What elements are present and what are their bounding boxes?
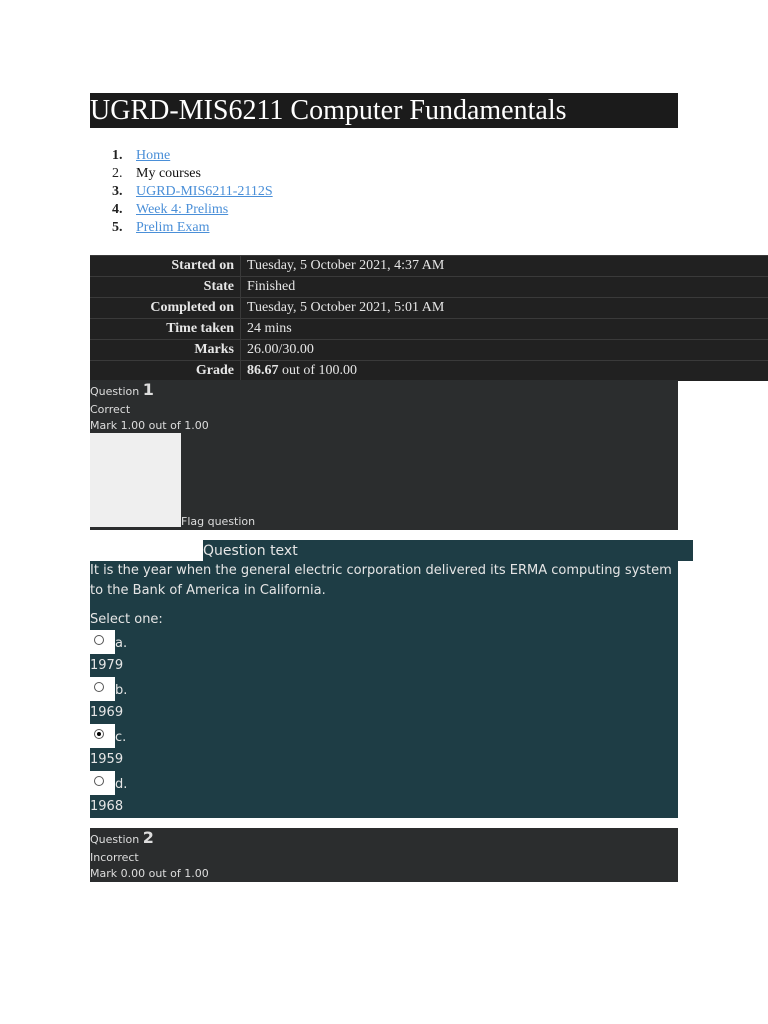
question-2-info: Question 2 Incorrect Mark 0.00 out of 1.… [90,828,678,882]
breadcrumb-item-course: 3. UGRD-MIS6211-2112S [112,183,273,201]
question-number: 2 [142,828,154,847]
question-text-heading: Question text [203,540,693,561]
radio-b[interactable] [90,677,115,701]
option-d[interactable]: d. [90,771,676,795]
question-number: 1 [142,380,154,399]
breadcrumb-link-course[interactable]: UGRD-MIS6211-2112S [136,183,273,201]
grade-value: 86.67 [247,363,279,378]
attempt-summary-table: Started on Tuesday, 5 October 2021, 4:37 … [90,255,768,381]
radio-a[interactable] [90,630,115,654]
table-row: Grade 86.67 out of 100.00 [90,360,768,381]
breadcrumb: 1. Home 2. My courses 3. UGRD-MIS6211-2112S… [112,147,273,237]
option-a[interactable]: a. [90,630,676,654]
breadcrumb-link-week[interactable]: Week 4: Prelims [136,201,228,219]
breadcrumb-item-home: 1. Home [112,147,171,165]
table-row: Completed on Tuesday, 5 October 2021, 5:0… [90,297,768,319]
flag-icon[interactable] [90,433,181,527]
select-one-label: Select one: [90,612,163,627]
table-row: State Finished [90,276,768,298]
breadcrumb-item-week: 4. Week 4: Prelims [112,201,229,219]
flag-question-link[interactable]: Flag question [181,515,255,528]
radio-d[interactable] [90,771,115,795]
table-row: Started on Tuesday, 5 October 2021, 4:37 … [90,255,768,277]
question-status: Correct [90,403,131,416]
breadcrumb-link-home[interactable]: Home [136,147,170,165]
breadcrumb-item-exam: 5. Prelim Exam [112,219,210,237]
table-row: Time taken 24 mins [90,318,768,340]
question-status: Incorrect [90,851,139,864]
breadcrumb-link-exam[interactable]: Prelim Exam [136,219,210,237]
question-text: It is the year when the general electric… [90,563,672,598]
question-1-info: Question 1 Correct Mark 1.00 out of 1.00… [90,380,678,530]
page-title: UGRD-MIS6211 Computer Fundamentals [90,93,678,128]
question-1-content: Question text It is the year when the ge… [90,540,693,818]
question-mark: Mark 1.00 out of 1.00 [90,419,209,432]
table-row: Marks 26.00/30.00 [90,339,768,361]
option-b[interactable]: b. [90,677,676,701]
question-mark: Mark 0.00 out of 1.00 [90,867,209,880]
option-c[interactable]: c. [90,724,676,748]
radio-c[interactable] [90,724,115,748]
breadcrumb-item-my-courses: 2. My courses [112,166,201,181]
